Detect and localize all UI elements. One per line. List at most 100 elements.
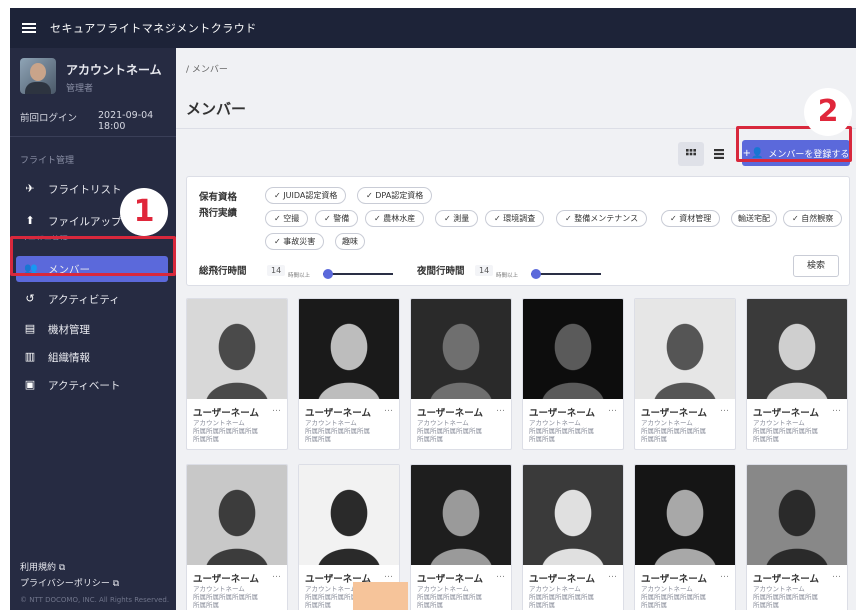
member-details: アカウントネーム 所属所属所属所属所属 所属所属 — [193, 419, 285, 443]
night-flight-time-handle[interactable] — [531, 269, 541, 279]
total-flight-time-value[interactable]: 14 — [267, 265, 286, 276]
member-card[interactable]: ユーザーネーム … アカウントネーム 所属所属所属所属所属 所属所属 — [186, 298, 288, 450]
sidebar-item-activity[interactable]: ↺ アクティビティ — [10, 286, 176, 312]
chip-agriculture[interactable]: ✓ 農林水産 — [365, 210, 425, 227]
member-affiliation-2: 所属所属 — [417, 601, 443, 609]
breadcrumb[interactable]: / メンバー — [186, 62, 228, 75]
upload-icon: ⬆ — [25, 214, 35, 227]
last-login-date: 2021-09-04 18:00 — [98, 110, 154, 132]
total-flight-time-slider[interactable] — [323, 273, 393, 275]
sidebar-item-label: 機材管理 — [48, 323, 90, 336]
chip-delivery[interactable]: 輸送宅配 — [731, 210, 777, 227]
chip-aerial[interactable]: ✓ 空撮 — [265, 210, 309, 227]
privacy-link[interactable]: プライバシーポリシー ⧉ — [20, 576, 119, 589]
account-name: アカウントネーム — [66, 63, 162, 77]
member-affiliation-2: 所属所属 — [193, 435, 219, 443]
more-icon[interactable]: … — [720, 404, 729, 414]
chip-materials[interactable]: ✓ 資材管理 — [661, 210, 721, 227]
terms-link[interactable]: 利用規約 ⧉ — [20, 560, 65, 573]
member-photo — [747, 299, 847, 399]
total-flight-time-handle[interactable] — [323, 269, 333, 279]
member-card[interactable]: ユーザーネーム … アカウントネーム 所属所属所属所属所属 所属所属 — [746, 298, 848, 450]
member-card[interactable]: ユーザーネーム … アカウントネーム 所属所属所属所属所属 所属所属 — [186, 464, 288, 610]
sidebar-item-equipment[interactable]: ▤ 機材管理 — [10, 316, 176, 342]
member-card[interactable]: ユーザーネーム … アカウントネーム 所属所属所属所属所属 所属所属 — [746, 464, 848, 610]
member-name: ユーザーネーム — [641, 574, 708, 585]
member-affiliation: 所属所属所属所属所属 — [641, 427, 706, 435]
member-details: アカウントネーム 所属所属所属所属所属 所属所属 — [417, 419, 509, 443]
more-icon[interactable]: … — [608, 570, 617, 580]
member-details: アカウントネーム 所属所属所属所属所属 所属所属 — [305, 419, 397, 443]
search-button[interactable]: 検索 — [793, 255, 839, 277]
plane-icon: ✈ — [25, 182, 35, 195]
grid-icon — [686, 149, 696, 156]
member-card[interactable]: ユーザーネーム … アカウントネーム 所属所属所属所属所属 所属所属 — [522, 464, 624, 610]
chip-environment[interactable]: ✓ 環境調査 — [485, 210, 545, 227]
member-name: ユーザーネーム — [753, 574, 820, 585]
more-icon[interactable]: … — [832, 570, 841, 580]
flight-record-label: 飛行実績 — [199, 208, 238, 219]
more-icon[interactable]: … — [608, 404, 617, 414]
chip-juida[interactable]: ✓ JUIDA認定資格 — [265, 187, 347, 204]
member-card[interactable]: ユーザーネーム … アカウントネーム 所属所属所属所属所属 所属所属 — [298, 298, 400, 450]
member-name: ユーザーネーム — [529, 574, 596, 585]
more-icon[interactable]: … — [384, 570, 393, 580]
member-affiliation: 所属所属所属所属所属 — [641, 593, 706, 601]
member-affiliation: 所属所属所属所属所属 — [753, 593, 818, 601]
more-icon[interactable]: … — [496, 570, 505, 580]
night-flight-time-unit: 時間以上 — [496, 273, 519, 279]
menu-icon[interactable] — [22, 23, 36, 33]
more-icon[interactable]: … — [720, 570, 729, 580]
sidebar-item-organization[interactable]: ▥ 組織情報 — [10, 344, 176, 370]
chip-nature[interactable]: ✓ 自然観察 — [783, 210, 843, 227]
total-flight-time-label: 総飛行時間 — [199, 266, 247, 277]
member-name: ユーザーネーム — [529, 408, 596, 419]
filter-panel: 保有資格 飛行実績 ✓ JUIDA認定資格 ✓ DPA認定資格 ✓ 空撮 ✓ 警… — [186, 176, 850, 286]
org-icon: ▥ — [24, 350, 36, 363]
member-affiliation-2: 所属所属 — [193, 601, 219, 609]
night-flight-time-value[interactable]: 14 — [475, 265, 494, 276]
external-link-icon: ⧉ — [112, 579, 120, 589]
member-affiliation: 所属所属所属所属所属 — [753, 427, 818, 435]
chip-dpa[interactable]: ✓ DPA認定資格 — [357, 187, 433, 204]
chip-label: 資材管理 — [679, 214, 712, 223]
app-title: セキュアフライトマネジメントクラウド — [50, 22, 257, 35]
activate-icon: ▣ — [24, 378, 36, 391]
night-flight-time-slider[interactable] — [531, 273, 601, 275]
sidebar-item-activate[interactable]: ▣ アクティベート — [10, 372, 176, 398]
sidebar-divider — [10, 136, 176, 137]
member-account: アカウントネーム — [753, 585, 805, 593]
chip-hobby[interactable]: 趣味 — [335, 233, 365, 250]
member-card[interactable]: ユーザーネーム … アカウントネーム 所属所属所属所属所属 所属所属 — [410, 464, 512, 610]
member-affiliation: 所属所属所属所属所属 — [529, 593, 594, 601]
member-name: ユーザーネーム — [305, 408, 372, 419]
member-account: アカウントネーム — [417, 585, 469, 593]
chip-security[interactable]: ✓ 警備 — [315, 210, 359, 227]
member-affiliation: 所属所属所属所属所属 — [529, 427, 594, 435]
member-card[interactable]: ユーザーネーム … アカウントネーム 所属所属所属所属所属 所属所属 — [634, 464, 736, 610]
member-affiliation-2: 所属所属 — [641, 601, 667, 609]
member-account: アカウントネーム — [641, 419, 693, 427]
list-view-button[interactable] — [706, 142, 732, 166]
member-card[interactable]: ユーザーネーム … アカウントネーム 所属所属所属所属所属 所属所属 — [634, 298, 736, 450]
member-card[interactable]: ユーザーネーム … アカウントネーム 所属所属所属所属所属 所属所属 — [522, 298, 624, 450]
grid-view-button[interactable] — [678, 142, 704, 166]
more-icon[interactable]: … — [832, 404, 841, 414]
account-role: 管理者 — [66, 84, 94, 94]
member-account: アカウントネーム — [529, 419, 581, 427]
more-icon[interactable]: … — [496, 404, 505, 414]
more-icon[interactable]: … — [272, 404, 281, 414]
more-icon[interactable]: … — [272, 570, 281, 580]
account-block[interactable]: アカウントネーム 管理者 — [20, 58, 162, 94]
chip-survey[interactable]: ✓ 測量 — [435, 210, 479, 227]
chip-disaster[interactable]: ✓ 事故災害 — [265, 233, 325, 250]
chip-label: 空撮 — [283, 214, 300, 223]
member-photo — [299, 299, 399, 399]
chip-maintenance[interactable]: ✓ 整備メンテナンス — [556, 210, 648, 227]
chip-label: 整備メンテナンス — [574, 214, 639, 223]
more-icon[interactable]: … — [384, 404, 393, 414]
chip-label: 事故災害 — [283, 237, 316, 246]
member-account: アカウントネーム — [529, 585, 581, 593]
qualification-label: 保有資格 — [199, 192, 238, 203]
member-card[interactable]: ユーザーネーム … アカウントネーム 所属所属所属所属所属 所属所属 — [410, 298, 512, 450]
